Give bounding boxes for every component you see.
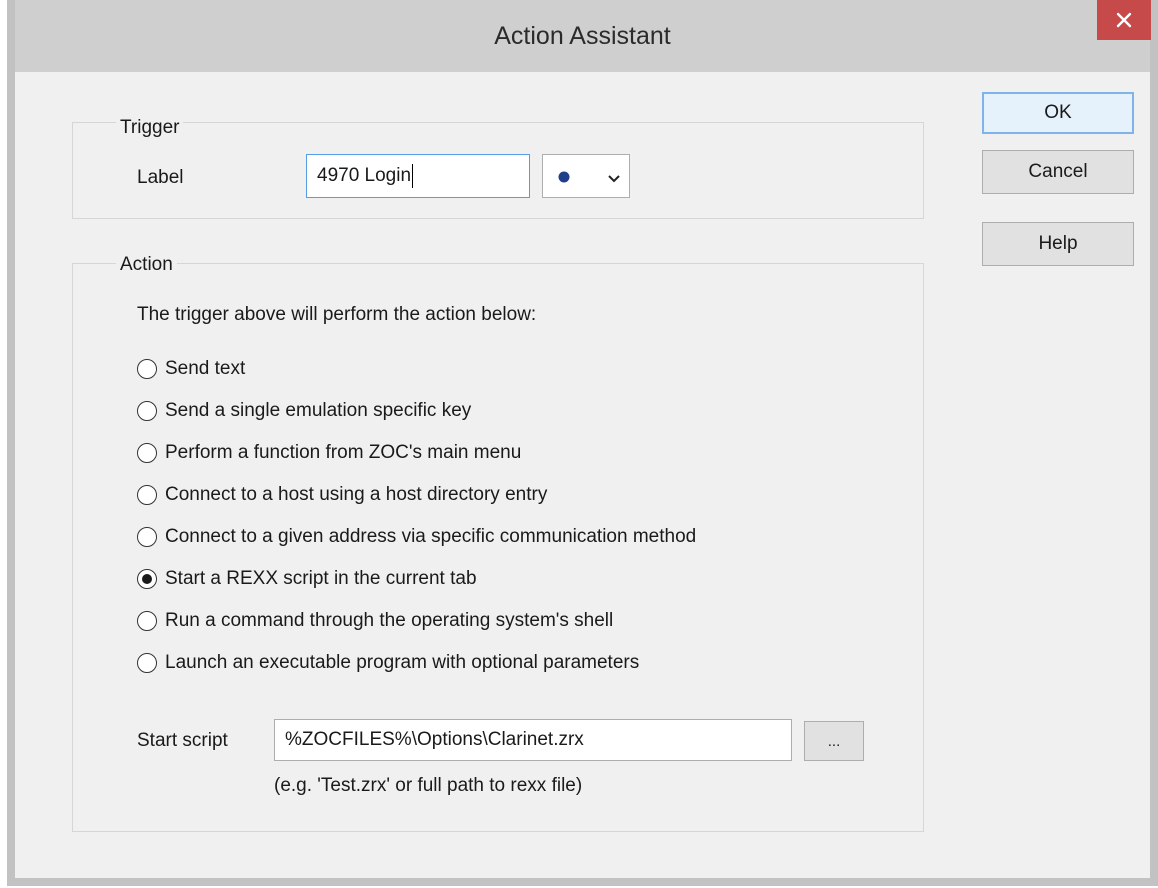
start-script-caption: Start script [137,730,228,751]
start-script-hint: (e.g. 'Test.zrx' or full path to rexx fi… [274,775,583,796]
radio-start-rexx-script[interactable]: Start a REXX script in the current tab [137,565,477,593]
chevron-down-icon [608,175,620,183]
radio-main-menu-function[interactable]: Perform a function from ZOC's main menu [137,439,521,467]
action-assistant-dialog: Action Assistant Trigger Label 4970 Logi… [7,0,1158,886]
label-input-value: 4970 Login [317,165,412,186]
radio-label: Send a single emulation specific key [165,400,472,421]
color-dot-icon [558,171,570,183]
radio-label: Run a command through the operating syst… [165,610,614,631]
cancel-button[interactable]: Cancel [982,150,1134,194]
browse-button[interactable]: ... [804,721,864,761]
radio-label: Connect to a given address via specific … [165,526,697,547]
title-bar[interactable]: Action Assistant [15,0,1151,72]
radio-button[interactable] [137,527,157,547]
trigger-group-title: Trigger [116,117,184,139]
radio-button[interactable] [137,359,157,379]
radio-connect-address[interactable]: Connect to a given address via specific … [137,523,696,551]
radio-button[interactable] [137,401,157,421]
color-dropdown[interactable] [542,154,630,198]
radio-label: Perform a function from ZOC's main menu [165,442,522,463]
radio-button[interactable] [137,653,157,673]
radio-label: Send text [165,358,246,379]
radio-launch-executable[interactable]: Launch an executable program with option… [137,649,639,677]
radio-send-text[interactable]: Send text [137,355,245,383]
radio-label: Launch an executable program with option… [165,652,640,673]
start-script-input[interactable]: %ZOCFILES%\Options\Clarinet.zrx [274,719,792,761]
radio-run-shell-command[interactable]: Run a command through the operating syst… [137,607,613,635]
radio-label: Connect to a host using a host directory… [165,484,548,505]
action-intro-text: The trigger above will perform the actio… [137,304,537,325]
text-caret [412,164,414,188]
radio-button[interactable] [137,443,157,463]
radio-host-directory[interactable]: Connect to a host using a host directory… [137,481,547,509]
start-script-value: %ZOCFILES%\Options\Clarinet.zrx [285,729,584,750]
close-icon [1116,12,1132,28]
dialog-body: Trigger Label 4970 Login Action The trig… [15,72,1150,878]
radio-button-checked[interactable] [137,569,157,589]
label-input[interactable]: 4970 Login [306,154,530,198]
window-title: Action Assistant [494,22,671,50]
radio-label: Start a REXX script in the current tab [165,568,477,589]
label-caption: Label [137,167,184,188]
action-group-title: Action [116,254,177,276]
radio-button[interactable] [137,485,157,505]
radio-send-emulation-key[interactable]: Send a single emulation specific key [137,397,471,425]
close-button[interactable] [1097,0,1151,40]
help-button[interactable]: Help [982,222,1134,266]
ok-button[interactable]: OK [982,92,1134,134]
radio-button[interactable] [137,611,157,631]
